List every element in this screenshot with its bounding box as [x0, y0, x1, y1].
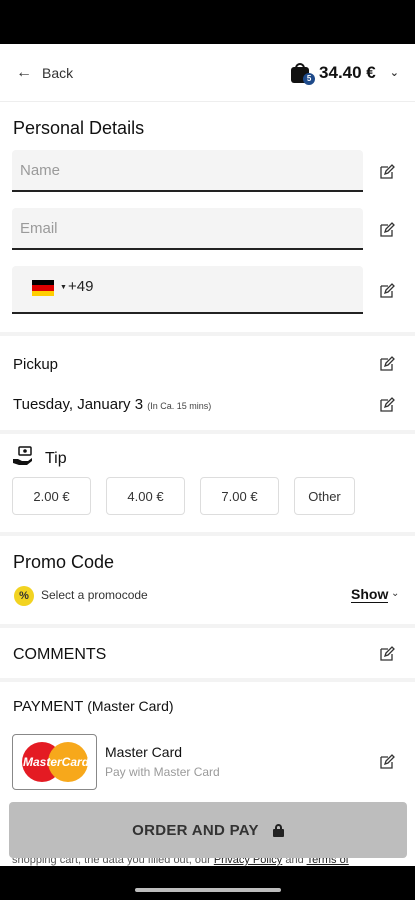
promo-section: Promo Code [0, 536, 415, 628]
arrow-left-icon: ← [16, 63, 32, 81]
status-bar [0, 0, 415, 44]
personal-details-title: Personal Details [13, 118, 145, 138]
lock-icon [272, 823, 284, 837]
pickup-date-text: Tuesday, January 3 [13, 396, 144, 413]
edit-pickup-time-icon[interactable] [379, 397, 395, 413]
name-input[interactable] [12, 150, 363, 190]
card-subtitle: Pay with Master Card [105, 765, 220, 779]
personal-details-section: Personal Details ▼ +49 [0, 102, 415, 336]
promo-title: Promo Code [13, 552, 115, 572]
edit-name-icon[interactable] [379, 164, 395, 180]
order-button-label: ORDER AND PAY [132, 821, 259, 839]
shopping-bag-icon: 5 [291, 62, 316, 85]
pickup-eta: (In Ca. 15 mins) [147, 401, 212, 411]
card-name: Master Card [105, 744, 183, 760]
pickup-section: Pickup Tuesday, January 3 (In Ca. 15 min… [0, 336, 415, 434]
pickup-date: Tuesday, January 3 (In Ca. 15 mins) [13, 396, 211, 413]
header: ← Back 5 34.40 € ⌄ [0, 44, 415, 102]
show-promo-button[interactable]: Show [351, 586, 389, 603]
edit-email-icon[interactable] [379, 222, 395, 238]
mastercard-logo-text: MasterCard [23, 755, 90, 769]
pickup-title: Pickup [13, 356, 59, 373]
mastercard-logo: MasterCard [12, 734, 97, 790]
hand-coin-icon [12, 446, 34, 466]
home-indicator[interactable] [135, 888, 281, 892]
dial-code[interactable]: +49 [68, 278, 93, 295]
chevron-down-icon: ⌄ [389, 67, 399, 79]
edit-phone-icon[interactable] [379, 283, 395, 299]
bottom-bar [0, 866, 415, 900]
chevron-down-icon[interactable]: ⌄ [391, 588, 399, 599]
edit-pickup-icon[interactable] [379, 356, 395, 372]
promo-select-text[interactable]: Select a promocode [41, 588, 148, 602]
tip-option-3[interactable]: 7.00 € [200, 477, 279, 515]
back-label: Back [42, 64, 74, 81]
phone-field[interactable]: ▼ +49 [12, 266, 363, 314]
comments-title: COMMENTS [13, 646, 107, 663]
edit-payment-icon[interactable] [379, 754, 395, 770]
percent-badge-icon: % [14, 586, 34, 606]
email-input[interactable] [12, 208, 363, 248]
cart-summary[interactable]: 5 34.40 € ⌄ [291, 62, 399, 85]
email-field[interactable] [12, 208, 363, 250]
order-and-pay-button[interactable]: ORDER AND PAY [9, 802, 407, 858]
name-field[interactable] [12, 150, 363, 192]
comments-section[interactable]: COMMENTS [0, 628, 415, 682]
payment-label: PAYMENT [13, 698, 84, 715]
tip-option-other[interactable]: Other [294, 477, 355, 515]
germany-flag-icon[interactable] [32, 280, 54, 296]
tip-option-2[interactable]: 4.00 € [106, 477, 185, 515]
caret-down-icon[interactable]: ▼ [60, 284, 67, 291]
cart-count-badge: 5 [303, 72, 316, 85]
tip-option-1[interactable]: 2.00 € [12, 477, 91, 515]
back-button[interactable]: ← Back [16, 64, 73, 82]
edit-comments-icon[interactable] [379, 646, 395, 662]
tip-title: Tip [45, 450, 67, 467]
cart-total: 34.40 € [319, 62, 376, 82]
payment-method-suffix: (Master Card) [87, 698, 174, 714]
payment-title: PAYMENT (Master Card) [13, 698, 174, 715]
